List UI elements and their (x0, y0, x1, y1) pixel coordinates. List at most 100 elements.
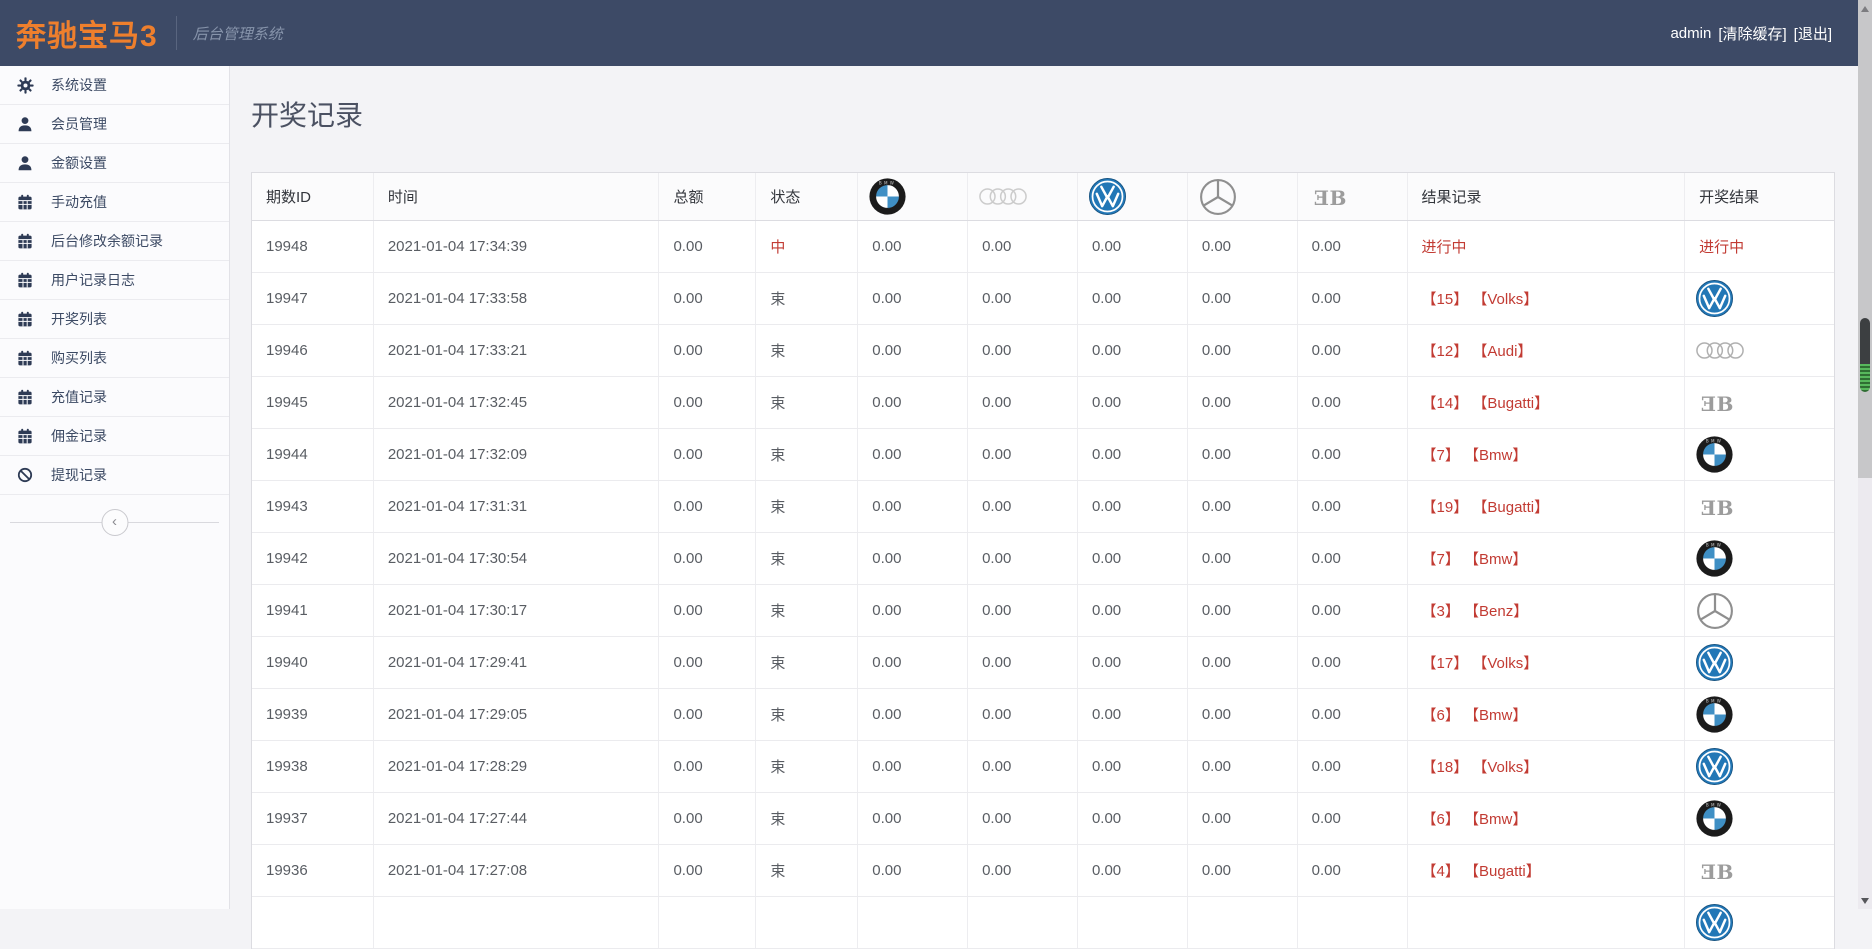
cell-bet-bugatti: 0.00 (1298, 585, 1408, 636)
table-row-19946: 199462021-01-04 17:33:210.00束0.000.000.0… (252, 325, 1834, 377)
benz-logo-icon (1696, 592, 1734, 630)
sidebar-item-1[interactable]: 会员管理 (0, 105, 229, 144)
sidebar-item-0[interactable]: 系统设置 (0, 66, 229, 105)
sidebar-item-6[interactable]: 开奖列表 (0, 300, 229, 339)
col-header-bugatti: EB (1298, 173, 1408, 220)
svg-text:B: B (1717, 496, 1734, 520)
cell-empty (1188, 897, 1298, 948)
col-header-status: 状态 (756, 173, 858, 220)
cell-empty (756, 897, 858, 948)
logout-link[interactable]: [退出] (1794, 23, 1832, 44)
svg-text:E: E (1313, 186, 1328, 210)
cell-bet-bugatti: 0.00 (1298, 481, 1408, 532)
cell-record: 【14】 【Bugatti】 (1408, 377, 1686, 428)
cell-bet-vw: 0.00 (1078, 637, 1188, 688)
cell-bet-audi: 0.00 (968, 793, 1078, 844)
cell-bet-audi: 0.00 (968, 429, 1078, 480)
cell-record: 【17】 【Volks】 (1408, 637, 1686, 688)
table-header-row: 期数ID 时间 总额 状态 BMW EB 结果记录 开奖结果 (252, 173, 1834, 221)
sidebar-item-7[interactable]: 购买列表 (0, 339, 229, 378)
audi-logo-icon (979, 186, 1027, 207)
account-area: admin [清除缓存] [退出] (1670, 0, 1832, 66)
cell-bet-audi: 0.00 (968, 273, 1078, 324)
cell-bet-bugatti: 0.00 (1298, 325, 1408, 376)
app-logo: 奔驰宝马3 (16, 11, 158, 55)
scrollbar-thumb[interactable] (1860, 318, 1870, 392)
scroll-up-arrow-icon[interactable] (1861, 6, 1869, 12)
cell-empty (858, 897, 968, 948)
cell-period-id: 19938 (252, 741, 374, 792)
cell-record: 【4】 【Bugatti】 (1408, 845, 1686, 896)
cell-bet-vw: 0.00 (1078, 221, 1188, 272)
bmw-logo-icon: BMW (1696, 800, 1733, 837)
cell-empty (1298, 897, 1408, 948)
cell-status: 束 (756, 741, 858, 792)
sidebar-item-5[interactable]: 用户记录日志 (0, 261, 229, 300)
col-header-audi (968, 173, 1078, 220)
cell-record: 进行中 (1408, 221, 1686, 272)
calendar-icon (17, 389, 33, 405)
cell-time: 2021-01-04 17:32:09 (374, 429, 660, 480)
cell-status: 束 (756, 273, 858, 324)
cell-time: 2021-01-04 17:27:08 (374, 845, 660, 896)
sidebar-item-10[interactable]: 提现记录 (0, 456, 229, 495)
cell-total: 0.00 (659, 741, 756, 792)
sidebar-item-label: 佣金记录 (51, 426, 107, 446)
table-row-19938: 199382021-01-04 17:28:290.00束0.000.000.0… (252, 741, 1834, 793)
cell-result (1685, 325, 1834, 376)
table-row-19939: 199392021-01-04 17:29:050.00束0.000.000.0… (252, 689, 1834, 741)
col-header-time: 时间 (374, 173, 660, 220)
cell-period-id: 19936 (252, 845, 374, 896)
cell-bet-bmw: 0.00 (858, 533, 968, 584)
cell-bet-bmw: 0.00 (858, 481, 968, 532)
table-row-19941: 199412021-01-04 17:30:170.00束0.000.000.0… (252, 585, 1834, 637)
table-row-19945: 199452021-01-04 17:32:450.00束0.000.000.0… (252, 377, 1834, 429)
main-content: 开奖记录 期数ID 时间 总额 状态 BMW EB 结果记录 开奖结果 1994… (231, 66, 1858, 909)
benz-logo-icon (1199, 178, 1237, 216)
vertical-scrollbar[interactable] (1858, 0, 1872, 909)
col-header-bmw: BMW (858, 173, 968, 220)
cell-bet-vw: 0.00 (1078, 689, 1188, 740)
cell-status: 束 (756, 481, 858, 532)
sidebar-item-2[interactable]: 金额设置 (0, 144, 229, 183)
vw-logo-icon (1089, 178, 1126, 215)
cell-result: 进行中 (1685, 221, 1834, 272)
cell-record: 【6】 【Bmw】 (1408, 689, 1686, 740)
cell-record: 【15】 【Volks】 (1408, 273, 1686, 324)
cell-status: 束 (756, 793, 858, 844)
cell-bet-vw: 0.00 (1078, 741, 1188, 792)
cell-time: 2021-01-04 17:30:54 (374, 533, 660, 584)
cell-record: 【3】 【Benz】 (1408, 585, 1686, 636)
cell-bet-audi: 0.00 (968, 741, 1078, 792)
cell-bet-bugatti: 0.00 (1298, 741, 1408, 792)
table-row-19942: 199422021-01-04 17:30:540.00束0.000.000.0… (252, 533, 1834, 585)
cell-result: BMW (1685, 793, 1834, 844)
svg-text:E: E (1701, 496, 1716, 520)
user-icon (17, 116, 33, 132)
cell-record: 【6】 【Bmw】 (1408, 793, 1686, 844)
sidebar-item-8[interactable]: 充值记录 (0, 378, 229, 417)
sidebar-item-9[interactable]: 佣金记录 (0, 417, 229, 456)
scrollbar-track[interactable] (1858, 0, 1872, 478)
clear-cache-link[interactable]: [清除缓存] (1718, 23, 1786, 44)
cell-status: 束 (756, 429, 858, 480)
user-icon (17, 155, 33, 171)
cell-bet-benz: 0.00 (1188, 429, 1298, 480)
table-row-19943: 199432021-01-04 17:31:310.00束0.000.000.0… (252, 481, 1834, 533)
sidebar-item-4[interactable]: 后台修改余额记录 (0, 222, 229, 261)
cell-empty (374, 897, 660, 948)
table-row-19944: 199442021-01-04 17:32:090.00束0.000.000.0… (252, 429, 1834, 481)
scroll-down-arrow-icon[interactable] (1861, 898, 1869, 904)
bugatti-logo-icon: EB (1696, 858, 1738, 884)
cell-bet-benz: 0.00 (1188, 325, 1298, 376)
cell-bet-vw: 0.00 (1078, 377, 1188, 428)
sidebar-collapse-button[interactable]: ‹ (101, 509, 128, 536)
cell-bet-bugatti: 0.00 (1298, 377, 1408, 428)
cell-bet-bugatti: 0.00 (1298, 273, 1408, 324)
cell-bet-bmw: 0.00 (858, 689, 968, 740)
svg-text:E: E (1701, 392, 1716, 416)
sidebar-item-3[interactable]: 手动充值 (0, 183, 229, 222)
svg-text:B: B (1329, 186, 1346, 210)
sidebar-item-label: 购买列表 (51, 348, 107, 368)
table-row-19937: 199372021-01-04 17:27:440.00束0.000.000.0… (252, 793, 1834, 845)
